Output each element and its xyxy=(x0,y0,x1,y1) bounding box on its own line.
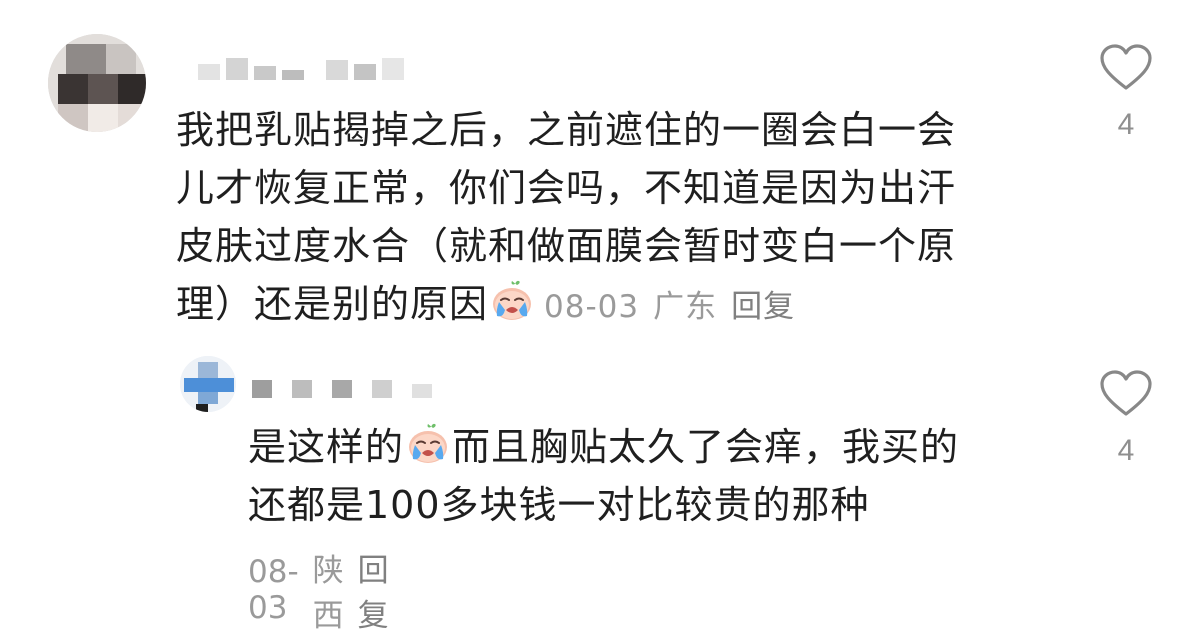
reply-location: 陕西 xyxy=(312,553,344,634)
reply-button[interactable]: 回复 xyxy=(358,545,389,635)
heart-outline-icon[interactable] xyxy=(1099,370,1153,418)
reply-button[interactable]: 回复 xyxy=(731,278,795,336)
like-count: 4 xyxy=(1117,108,1135,141)
reply-text-line: 是这样的 而且胸贴太久了会痒，我买的 xyxy=(248,418,959,476)
username[interactable] xyxy=(252,376,432,398)
crying-peach-emoji-icon xyxy=(493,280,532,320)
comment-date: 08-03 xyxy=(544,289,640,325)
comment-text-line-last: 理）还是别的原因 08-03 广东 回复 xyxy=(176,275,956,336)
like-button[interactable]: 4 xyxy=(1096,370,1156,468)
like-button[interactable]: 4 xyxy=(1096,44,1156,142)
comment-text-line: 皮肤过度水合（就和做面膜会暂时变白一个原 xyxy=(176,224,957,268)
reply-text: 是这样的 而且胸贴太久了会痒，我买的 还都是100多块钱一对比较贵的那种 xyxy=(248,418,959,534)
reply-text-segment: 而且胸贴太久了会痒，我买的 xyxy=(452,425,960,469)
reply-meta: 08-03 陕西 回复 xyxy=(248,545,389,635)
like-count: 4 xyxy=(1117,434,1135,467)
heart-outline-icon[interactable] xyxy=(1099,44,1153,92)
comment-text-line: 我把乳贴揭掉之后，之前遮住的一圈会白一会 xyxy=(176,108,957,152)
reply-date: 08-03 xyxy=(248,554,299,626)
avatar[interactable] xyxy=(48,34,146,132)
comment-text-tail: 理）还是别的原因 xyxy=(176,282,489,326)
comment-text: 我把乳贴揭掉之后，之前遮住的一圈会白一会 儿才恢复正常，你们会吗，不知道是因为出… xyxy=(176,101,956,336)
comment-meta: 08-03 广东 回复 xyxy=(544,278,795,336)
reply-text-segment: 是这样的 xyxy=(248,425,405,469)
comment-text-line: 儿才恢复正常，你们会吗，不知道是因为出汗 xyxy=(176,166,957,210)
avatar[interactable] xyxy=(180,356,236,412)
crying-peach-emoji-icon xyxy=(409,423,448,463)
comment-location: 广东 xyxy=(653,289,718,325)
username[interactable] xyxy=(198,58,404,80)
reply-text-line: 还都是100多块钱一对比较贵的那种 xyxy=(248,483,870,527)
